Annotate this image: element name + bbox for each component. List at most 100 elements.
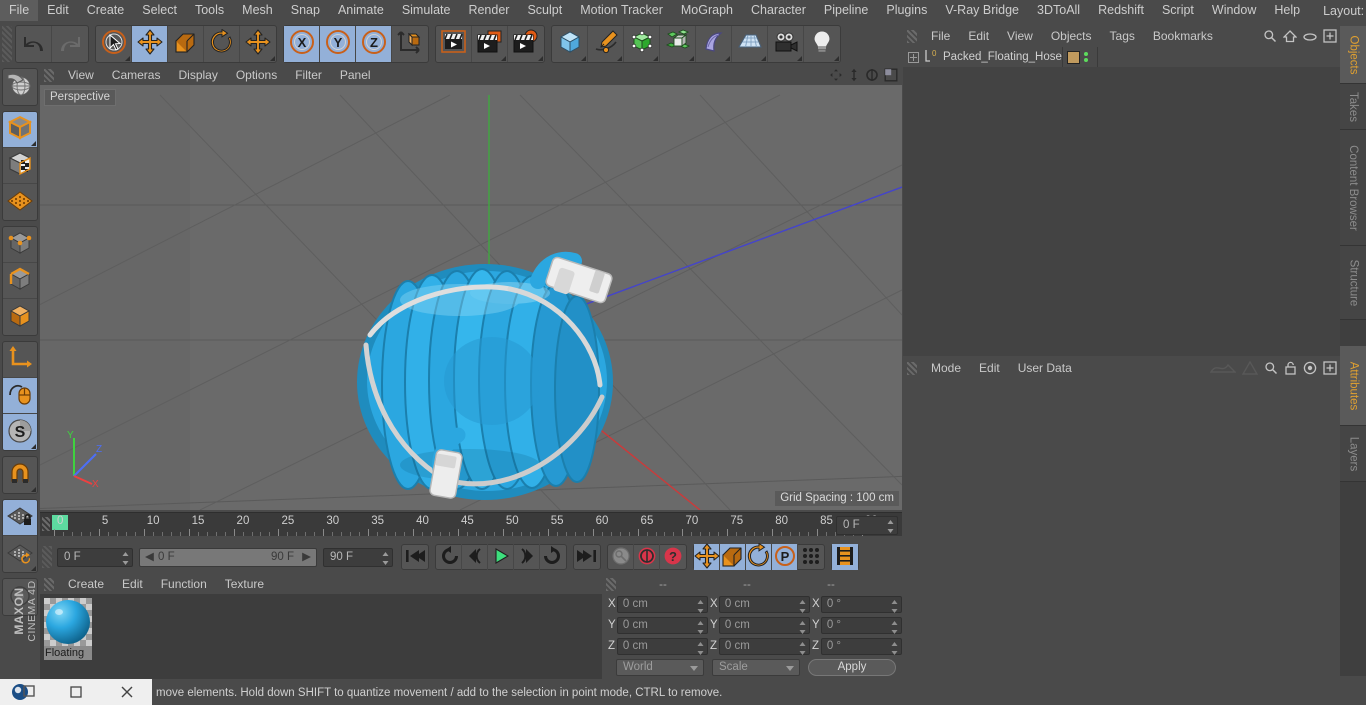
menu-item-animate[interactable]: Animate — [329, 0, 393, 21]
more-options-corner-icon[interactable] — [270, 55, 275, 61]
edges-mode-button[interactable] — [3, 263, 37, 299]
play-button[interactable] — [488, 544, 514, 570]
more-options-corner-icon[interactable] — [725, 55, 730, 61]
spinner-icon[interactable] — [799, 620, 806, 634]
more-options-corner-icon[interactable] — [501, 55, 506, 61]
play-forward-loop-button[interactable] — [540, 544, 566, 570]
right-tab-takes[interactable]: Takes — [1340, 84, 1366, 130]
playbar-grip[interactable] — [42, 546, 52, 568]
object-row[interactable]: 0 Packed_Floating_Hose — [903, 47, 1340, 67]
triangle-icon[interactable] — [1241, 360, 1259, 378]
expand-toggle-icon[interactable] — [908, 51, 919, 63]
right-tab-objects[interactable]: Objects — [1340, 26, 1366, 84]
spinner-icon[interactable] — [799, 641, 806, 655]
menu-item-plugins[interactable]: Plugins — [877, 0, 936, 21]
add-spline-button[interactable] — [588, 25, 624, 62]
lock-z-button[interactable]: Z — [356, 25, 392, 62]
material-menu-edit[interactable]: Edit — [113, 575, 152, 594]
scale-button[interactable] — [168, 25, 204, 62]
object-name-cell[interactable]: 0 Packed_Floating_Hose — [903, 47, 1063, 67]
attributes-grip[interactable] — [907, 362, 917, 375]
right-tab-attributes[interactable]: Attributes — [1340, 346, 1366, 426]
spinner-icon[interactable] — [122, 551, 129, 565]
coordinate-system-select[interactable]: World — [616, 659, 704, 676]
menu-item-motion-tracker[interactable]: Motion Tracker — [571, 0, 672, 21]
go-to-start-button[interactable] — [402, 544, 428, 570]
viewport-menu-view[interactable]: View — [59, 66, 103, 85]
maximize-window-button[interactable] — [51, 679, 102, 705]
timeline-ruler[interactable]: 051015202530354045505560657075808590 — [40, 512, 902, 536]
lock-icon[interactable] — [1284, 361, 1297, 378]
more-options-corner-icon[interactable] — [653, 55, 658, 61]
spinner-icon[interactable] — [891, 641, 898, 655]
search-icon[interactable] — [1264, 361, 1278, 378]
coordinates-grip[interactable] — [606, 578, 616, 591]
material-item[interactable]: Floating — [44, 598, 92, 660]
key-scale-button[interactable] — [720, 544, 746, 570]
menu-item-select[interactable]: Select — [133, 0, 186, 21]
workplane-mode-button[interactable] — [3, 184, 37, 220]
spinner-icon[interactable] — [887, 520, 894, 533]
spinner-icon[interactable] — [697, 599, 704, 613]
object-axis-button[interactable] — [3, 342, 37, 378]
key-point-level-button[interactable] — [798, 544, 824, 570]
timeline-toggle-button[interactable] — [832, 544, 858, 570]
menu-item-script[interactable]: Script — [1153, 0, 1203, 21]
material-menu-function[interactable]: Function — [152, 575, 216, 594]
coord-size-y-field[interactable]: 0 cm — [718, 616, 810, 634]
live-selection-button[interactable] — [96, 25, 132, 62]
lock-y-button[interactable]: Y — [320, 25, 356, 62]
material-grip[interactable] — [44, 578, 54, 591]
right-tab-layers[interactable]: Layers — [1340, 426, 1366, 482]
objects-grip[interactable] — [907, 30, 917, 43]
objects-menu-edit[interactable]: Edit — [959, 26, 998, 47]
viewport-menu-filter[interactable]: Filter — [286, 66, 331, 85]
make-editable-button[interactable] — [3, 69, 37, 105]
coord-rotation-z-field[interactable]: 0 ° — [820, 637, 903, 655]
objects-menu-file[interactable]: File — [922, 26, 959, 47]
key-position-button[interactable] — [693, 542, 720, 570]
timeline-grip[interactable] — [42, 517, 50, 531]
free-move-button[interactable] — [240, 26, 276, 62]
spinner-icon[interactable] — [697, 620, 704, 634]
apply-button[interactable]: Apply — [808, 659, 896, 676]
menu-item-render[interactable]: Render — [459, 0, 518, 21]
render-view-button[interactable] — [436, 25, 472, 62]
app-taskbar-icon[interactable] — [0, 679, 51, 705]
world-object-axis-button[interactable] — [392, 26, 428, 62]
spinner-icon[interactable] — [891, 620, 898, 634]
material-menu-create[interactable]: Create — [59, 575, 113, 594]
more-options-corner-icon[interactable] — [689, 55, 694, 61]
attributes-menu-user-data[interactable]: User Data — [1009, 358, 1081, 379]
coord-size-z-field[interactable]: 0 cm — [718, 637, 810, 655]
points-mode-button[interactable] — [3, 227, 37, 263]
more-options-corner-icon[interactable] — [834, 55, 839, 61]
go-to-end-button[interactable] — [574, 544, 600, 570]
material-tag-icon[interactable] — [1067, 50, 1080, 64]
menu-item-snap[interactable]: Snap — [282, 0, 329, 21]
menu-item-window[interactable]: Window — [1203, 0, 1265, 21]
key-rotation-button[interactable] — [746, 542, 772, 570]
more-options-corner-icon[interactable] — [538, 55, 543, 61]
current-frame-field[interactable]: 0 F — [57, 547, 133, 567]
menu-item-file[interactable]: File — [0, 0, 39, 21]
objects-menu-objects[interactable]: Objects — [1042, 26, 1101, 47]
coord-position-z-field[interactable]: 0 cm — [616, 637, 708, 655]
maximize-view-icon[interactable] — [884, 68, 898, 85]
close-window-button[interactable] — [101, 679, 152, 705]
render-settings-button[interactable] — [508, 26, 544, 62]
coord-rotation-y-field[interactable]: 0 ° — [820, 616, 903, 634]
material-list[interactable]: Floating — [40, 594, 602, 679]
more-options-corner-icon[interactable] — [31, 141, 36, 146]
more-options-corner-icon[interactable] — [31, 487, 36, 492]
lock-x-button[interactable]: X — [284, 25, 320, 62]
more-options-corner-icon[interactable] — [31, 444, 36, 449]
viewport-menu-panel[interactable]: Panel — [331, 66, 380, 85]
soft-selection-button[interactable]: S — [3, 414, 37, 450]
range-left-arrow-icon[interactable]: ◀ — [145, 549, 154, 566]
menu-item-help[interactable]: Help — [1265, 0, 1309, 21]
coord-size-x-field[interactable]: 0 cm — [718, 595, 810, 613]
render-to-picture-viewer-button[interactable] — [472, 25, 508, 62]
menu-item-mesh[interactable]: Mesh — [233, 0, 282, 21]
objects-menu-tags[interactable]: Tags — [1101, 26, 1144, 47]
